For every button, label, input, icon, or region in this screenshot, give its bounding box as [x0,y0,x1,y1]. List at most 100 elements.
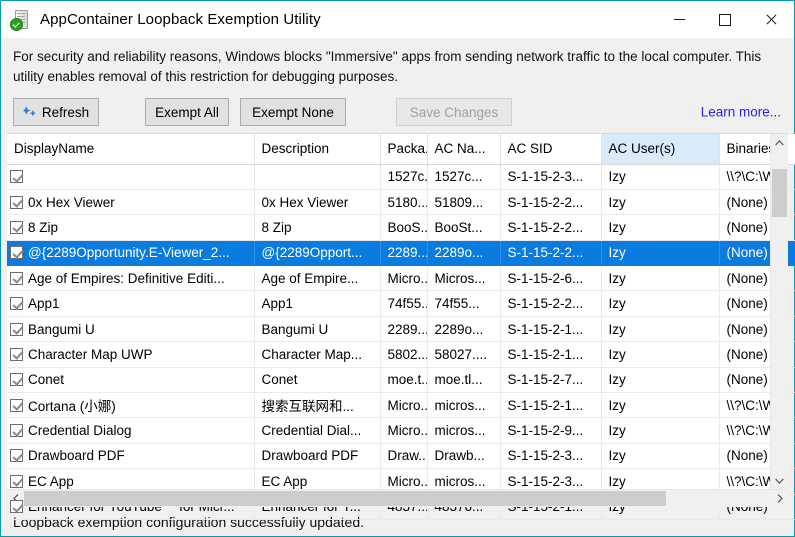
cell-ac_name[interactable]: Micros... [427,265,501,292]
table-row[interactable]: Drawboard PDF Drawboard PDF Draw... Drawb..… [7,443,795,470]
cell-display-name[interactable]: Conet [7,367,255,394]
cell-description[interactable]: App1 [254,290,381,317]
cell-ac_users[interactable]: Izy [601,417,720,444]
table-row[interactable]: 1527c...1527c...S-1-15-2-3...Izy\\?\C:\W [7,164,795,190]
column-header-description[interactable]: Description [254,134,381,165]
horizontal-scroll-thumb[interactable] [24,491,667,506]
cell-display-name[interactable]: Character Map UWP [7,341,255,368]
cell-ac_users[interactable]: Izy [601,214,720,241]
scroll-up-button[interactable] [771,134,788,151]
cell-display-name[interactable]: Credential Dialog [7,417,255,444]
row-checkbox[interactable] [10,271,23,285]
row-checkbox[interactable] [10,170,23,184]
cell-description[interactable]: Character Map... [254,341,381,368]
cell-ac_name[interactable]: BooSt... [427,214,501,241]
cell-ac_sid[interactable]: S-1-15-2-1... [500,316,602,343]
cell-package[interactable]: Micro... [380,392,428,419]
row-checkbox[interactable] [10,449,23,463]
cell-ac_users[interactable]: Izy [601,189,720,216]
cell-package[interactable]: 74f55... [380,290,428,317]
cell-ac_users[interactable]: Izy [601,443,720,470]
table-row[interactable]: Character Map UWP Character Map... 5802...… [7,341,795,368]
cell-ac_users[interactable]: Izy [601,265,720,292]
cell-display-name[interactable]: Bangumi U [7,316,255,343]
cell-ac_users[interactable]: Izy [601,367,720,394]
cell-display-name[interactable]: Drawboard PDF [7,443,255,470]
vertical-scroll-track[interactable] [771,151,788,472]
cell-ac_name[interactable]: micros... [427,417,501,444]
cell-ac_name[interactable]: 58027.... [427,341,501,368]
table-row[interactable]: Cortana (小娜) 搜索互联网和...Micro...micros...S-… [7,392,795,419]
scroll-down-button[interactable] [771,472,788,489]
cell-package[interactable]: moe.t... [380,367,428,394]
maximize-button[interactable] [702,1,748,38]
cell-package[interactable]: Micro... [380,265,428,292]
cell-display-name[interactable]: 8 Zip [7,214,255,241]
cell-ac_users[interactable]: Izy [601,240,720,267]
column-header-ac_name[interactable]: AC Na... [427,134,501,165]
learn-more-link[interactable]: Learn more... [701,105,781,120]
column-header-package[interactable]: Packa... [380,134,428,165]
cell-package[interactable]: BooS... [380,214,428,241]
minimize-button[interactable] [656,1,702,38]
table-row[interactable]: @{2289Opportunity.E-Viewer_2... @{2289Opp… [7,240,795,267]
cell-description[interactable]: 8 Zip [254,214,381,241]
cell-ac_sid[interactable]: S-1-15-2-3... [500,443,602,470]
row-checkbox[interactable] [10,474,23,488]
cell-ac_sid[interactable]: S-1-15-2-1... [500,341,602,368]
cell-package[interactable]: 2289... [380,240,428,267]
row-checkbox[interactable] [10,398,23,412]
cell-ac_users[interactable]: Izy [601,316,720,343]
cell-package[interactable]: Draw... [380,443,428,470]
cell-description[interactable]: Drawboard PDF [254,443,381,470]
cell-description[interactable]: Age of Empire... [254,265,381,292]
row-checkbox[interactable] [10,220,23,234]
save-changes-button[interactable]: Save Changes [396,98,512,126]
column-header-display_name[interactable]: DisplayName [7,134,255,165]
cell-ac_name[interactable]: 74f55... [427,290,501,317]
cell-ac_sid[interactable]: S-1-15-2-9... [500,417,602,444]
row-checkbox[interactable] [10,297,23,311]
cell-description[interactable]: Credential Dial... [254,417,381,444]
cell-ac_sid[interactable]: S-1-15-2-1... [500,392,602,419]
row-checkbox[interactable] [10,347,23,361]
cell-description[interactable]: @{2289Opport... [254,240,381,267]
column-header-ac_users[interactable]: AC User(s) [601,134,720,165]
cell-display-name[interactable]: @{2289Opportunity.E-Viewer_2... [7,240,255,267]
cell-ac_users[interactable]: Izy [601,290,720,317]
cell-ac_name[interactable]: Drawb... [427,443,501,470]
cell-package[interactable]: 1527c... [380,164,428,190]
exempt-all-button[interactable]: Exempt All [145,98,229,126]
cell-ac_sid[interactable]: S-1-15-2-7... [500,367,602,394]
row-checkbox[interactable] [10,246,23,260]
cell-display-name[interactable] [7,164,255,190]
cell-package[interactable]: 5180... [380,189,428,216]
cell-ac_sid[interactable]: S-1-15-2-6... [500,265,602,292]
cell-ac_users[interactable]: Izy [601,164,720,190]
table-row[interactable]: 0x Hex Viewer 0x Hex Viewer 5180... 51809..… [7,189,795,216]
cell-ac_sid[interactable]: S-1-15-2-2... [500,240,602,267]
cell-package[interactable]: 2289... [380,316,428,343]
cell-package[interactable]: Micro... [380,417,428,444]
cell-display-name[interactable]: 0x Hex Viewer [7,189,255,216]
table-row[interactable]: Age of Empires: Definitive Editi... Age o… [7,265,795,292]
table-row[interactable]: 8 Zip8 ZipBooS...BooSt...S-1-15-2-2...Iz… [7,214,795,241]
table-row[interactable]: Credential Dialog Credential Dial... Micro… [7,417,795,444]
horizontal-scrollbar[interactable] [7,489,788,507]
cell-ac_users[interactable]: Izy [601,341,720,368]
cell-ac_users[interactable]: Izy [601,392,720,419]
refresh-button[interactable]: Refresh [13,98,99,126]
cell-description[interactable]: Bangumi U [254,316,381,343]
column-header-ac_sid[interactable]: AC SID [500,134,602,165]
cell-ac_name[interactable]: moe.tl... [427,367,501,394]
cell-ac_name[interactable]: 1527c... [427,164,501,190]
vertical-scroll-thumb[interactable] [772,169,787,217]
table-row[interactable]: App1App174f55...74f55...S-1-15-2-2...Izy… [7,290,795,317]
row-checkbox[interactable] [10,373,23,387]
cell-display-name[interactable]: Age of Empires: Definitive Editi... [7,265,255,292]
exempt-none-button[interactable]: Exempt None [240,98,346,126]
vertical-scrollbar[interactable] [770,134,788,489]
cell-description[interactable] [254,164,381,190]
cell-ac_sid[interactable]: S-1-15-2-2... [500,189,602,216]
cell-display-name[interactable]: App1 [7,290,255,317]
